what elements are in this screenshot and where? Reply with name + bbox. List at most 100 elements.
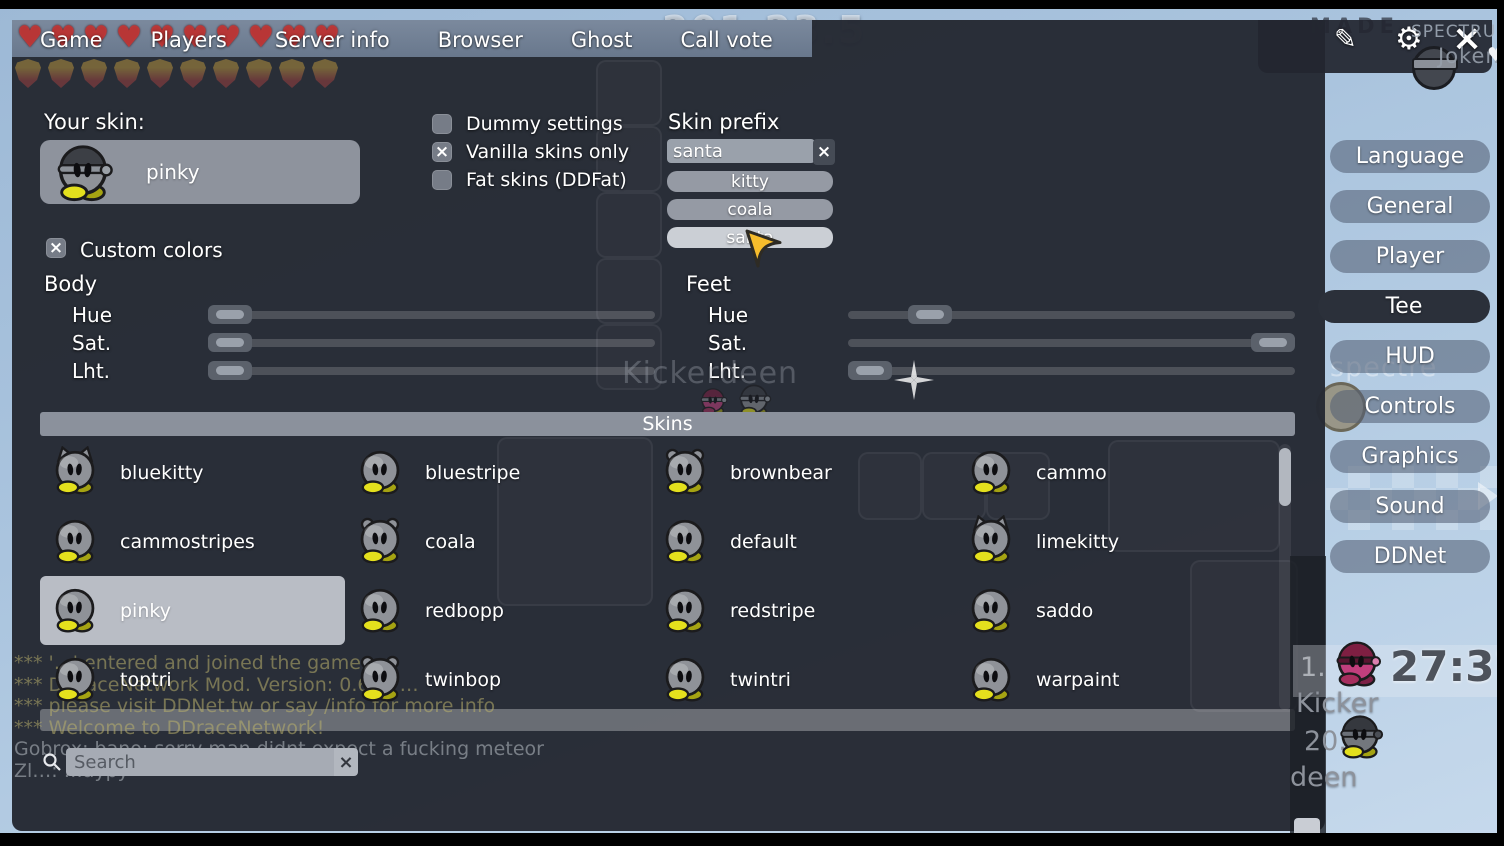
skin-item-redbopp[interactable]: redbopp [345,576,650,645]
armor-shield-icon [312,59,338,88]
edit-pencil-icon[interactable]: ✎ [1334,24,1357,55]
skin-item-saddo[interactable]: saddo [956,576,1280,645]
search-icon [42,752,62,772]
ddnet-settings-screen: { "colors": { "accent_yellow": "#e4e01d"… [0,0,1504,846]
menu-item-game[interactable]: Game [40,28,103,52]
mouse-cursor [742,228,782,272]
skin-item-label: twintri [730,669,791,691]
skin-tee-icon [660,653,710,707]
skin-item-redstripe[interactable]: redstripe [650,576,956,645]
toggle-label: Fat skins (DDFat) [466,169,627,191]
skin-prefix-input[interactable] [667,139,815,163]
skin-item-coala[interactable]: coala [345,507,650,576]
skin-item-label: brownbear [730,462,832,484]
sidebar-tab-tee[interactable]: Tee [1318,290,1490,323]
skin-tee-icon [355,515,405,569]
scoreboard-name-deen: deen [1290,762,1357,793]
toggle-checkbox-dummy-settings[interactable]: × [432,114,452,134]
slider-handle-feet-hue[interactable] [908,305,952,324]
slider-handle-body-lht[interactable] [208,361,252,380]
slider-label-feet-hue: Hue [708,303,748,327]
skin-prefix-button-coala[interactable]: coala [667,199,833,220]
custom-colors-checkbox[interactable]: × [46,238,66,258]
skin-item-pinky[interactable]: pinky [40,576,345,645]
slider-handle-feet-sat[interactable] [1251,333,1295,352]
skin-item-label: toptri [120,669,172,691]
armor-shield-icon [180,59,206,88]
skin-item-cammostripes[interactable]: cammostripes [40,507,345,576]
slider-label-body-hue: Hue [72,303,112,327]
custom-colors-label: Custom colors [80,238,223,262]
sidebar-tab-controls[interactable]: Controls [1330,390,1490,423]
menu-item-players[interactable]: Players [151,28,227,52]
armor-shield-icon [279,59,305,88]
body-section-label: Body [44,272,97,296]
chat-line: *** Welcome to DDraceNetwork! [14,718,544,740]
slider-track[interactable] [208,339,655,347]
skin-prefix-clear-icon[interactable]: × [813,139,835,165]
slider-label-body-lht: Lht. [72,359,110,383]
skin-item-label: limekitty [1036,531,1119,553]
scoreboard-tee-kicker [1332,638,1382,692]
check-mark: × [435,143,449,161]
menu-item-call-vote[interactable]: Call vote [680,28,772,52]
skin-item-limekitty[interactable]: limekitty [956,507,1280,576]
skin-item-bluekitty[interactable]: bluekitty [40,438,345,507]
skin-tee-icon [660,446,710,500]
toggle-checkbox-vanilla-skins-only[interactable]: × [432,142,452,162]
slider-handle-feet-lht[interactable] [848,361,892,380]
skin-item-bluestripe[interactable]: bluestripe [345,438,650,507]
skin-item-label: coala [425,531,476,553]
sidebar-tab-graphics[interactable]: Graphics [1330,440,1490,473]
skins-scrollbar-handle[interactable] [1279,448,1291,506]
sidebar-tab-language[interactable]: Language [1330,140,1490,173]
slider-handle-body-hue[interactable] [208,305,252,324]
slider-track[interactable] [848,339,1295,347]
background-name-spectrum: SPECTRUM [1411,22,1504,42]
menu-item-browser[interactable]: Browser [438,28,523,52]
toggle-label: Dummy settings [466,113,623,135]
scoreboard-tee-deen [1336,712,1384,764]
sidebar-tab-player[interactable]: Player [1330,240,1490,273]
scoreboard-time: 27:37 [1390,642,1504,691]
skin-item-toptri[interactable]: toptri [40,645,345,714]
skin-item-brownbear[interactable]: brownbear [650,438,956,507]
skin-item-twintri[interactable]: twintri [650,645,956,714]
skin-item-label: bluekitty [120,462,204,484]
skin-prefix-button-kitty[interactable]: kitty [667,171,833,192]
menu-item-server-info[interactable]: Server info [275,28,390,52]
search-clear-icon[interactable]: × [334,748,358,776]
sidebar-tab-general[interactable]: General [1330,190,1490,223]
scoreboard-rank-1: 1. [1300,652,1326,683]
frame-right [1497,0,1504,846]
skin-item-label: pinky [120,600,171,622]
frame-top [0,0,1504,9]
skin-item-label: cammostripes [120,531,255,553]
slider-label-body-sat: Sat. [72,331,111,355]
sidebar-tab-hud[interactable]: HUD [1330,340,1490,373]
skin-prefix-label: Skin prefix [668,110,779,134]
armor-shield-icon [213,59,239,88]
sidebar-tab-ddnet[interactable]: DDNet [1330,540,1490,573]
slider-track[interactable] [208,311,655,319]
skin-preview-name: pinky [146,160,200,184]
skin-tee-icon [355,653,405,707]
search-input[interactable] [66,748,350,776]
armor-shields [15,59,338,88]
menu-items: Game Players Server info Browser Ghost Call v… [12,24,773,56]
skin-tee-icon [50,653,100,707]
skin-item-warpaint[interactable]: warpaint [956,645,1280,714]
skin-item-cammo[interactable]: cammo [956,438,1280,507]
sidebar-tab-sound[interactable]: Sound [1330,490,1490,523]
skin-preview-tee [52,141,114,207]
skin-item-default[interactable]: default [650,507,956,576]
toggle-checkbox-fat-skins-ddfat-[interactable]: × [432,170,452,190]
skin-item-label: cammo [1036,462,1107,484]
armor-shield-icon [246,59,272,88]
slider-track[interactable] [208,367,655,375]
skin-tee-icon [355,584,405,638]
slider-handle-body-sat[interactable] [208,333,252,352]
skin-item-twinbop[interactable]: twinbop [345,645,650,714]
menu-item-ghost[interactable]: Ghost [571,28,633,52]
game-crosshair [894,360,934,400]
